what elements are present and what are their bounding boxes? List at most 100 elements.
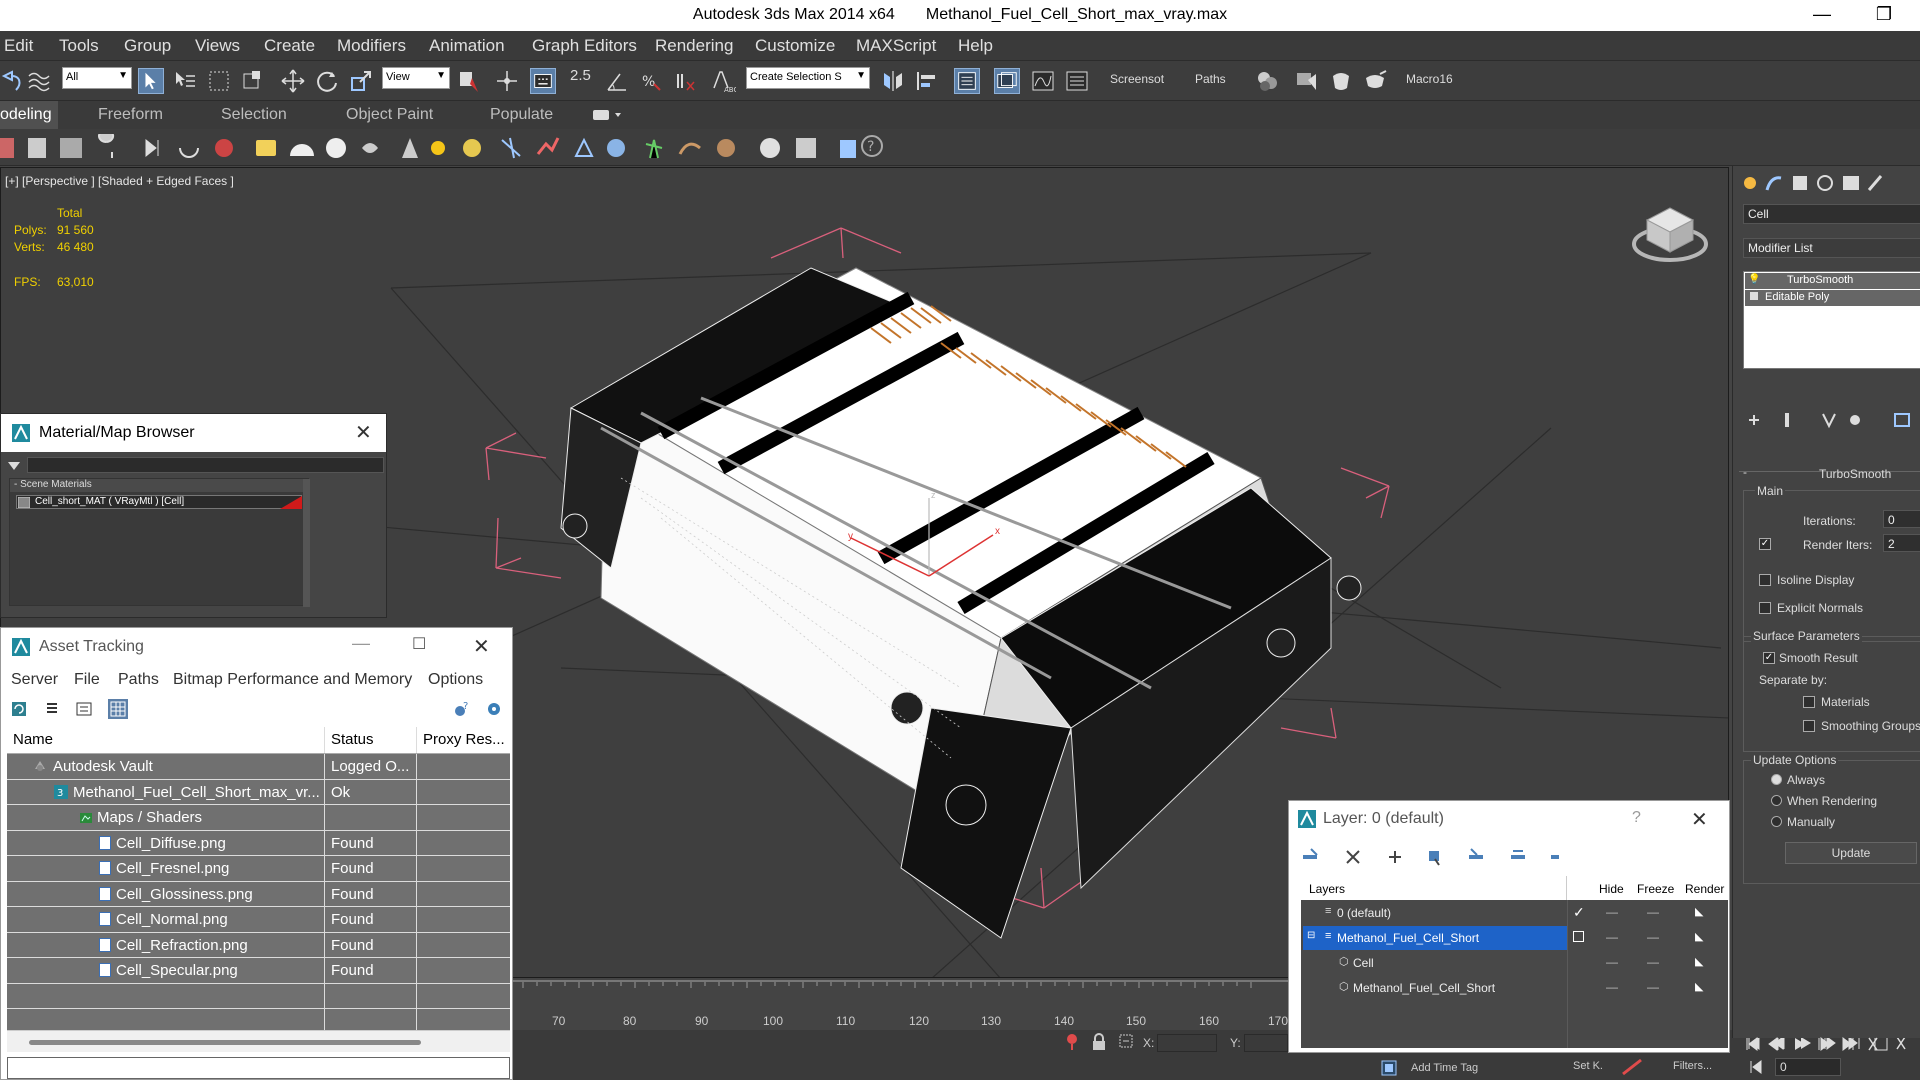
stack-expand-icon[interactable] xyxy=(1750,292,1758,300)
pivot-point-icon[interactable] xyxy=(456,68,482,94)
material-search-input[interactable] xyxy=(27,457,384,473)
browser-options-icon[interactable] xyxy=(7,460,21,472)
table-row[interactable]: Cell_Specular.png Found xyxy=(7,958,510,984)
minimize-button[interactable]: — xyxy=(1802,2,1842,28)
add-time-tag-button[interactable]: Add Time Tag xyxy=(1411,1062,1478,1074)
spinner-snap-icon[interactable] xyxy=(672,68,698,94)
render-column[interactable]: Render xyxy=(1685,882,1724,896)
material-item[interactable]: Cell_short_MAT ( VRayMtl ) [Cell] xyxy=(16,495,302,509)
asset-menu-paths[interactable]: Paths xyxy=(118,671,159,689)
table-row[interactable]: Cell_Glossiness.png Found xyxy=(7,881,510,907)
asset-status-field[interactable] xyxy=(7,1057,510,1079)
render-iters-input[interactable]: 2 xyxy=(1883,534,1920,552)
scene-materials-header[interactable]: - Scene Materials xyxy=(10,479,308,492)
keyboard-shortcut-icon[interactable] xyxy=(530,68,556,94)
viewcube-icon[interactable] xyxy=(1631,200,1709,266)
reference-coordinate-select[interactable]: View ▼ xyxy=(382,67,450,89)
freeze-toggle[interactable]: — xyxy=(1647,980,1659,994)
manually-radio[interactable] xyxy=(1771,816,1782,827)
smoothing-groups-checkbox[interactable] xyxy=(1803,720,1815,732)
turbosmooth-rollout-title[interactable]: TurboSmooth xyxy=(1819,467,1891,481)
render-production-icon[interactable] xyxy=(1362,68,1388,94)
render-teapot-icon[interactable]: ◣ xyxy=(1695,955,1703,968)
help-icon[interactable]: ? xyxy=(860,134,884,158)
scene-materials-list[interactable]: - Scene Materials Cell_short_MAT ( VRayM… xyxy=(9,478,310,607)
modifier-editable-poly[interactable]: Editable Poly xyxy=(1745,290,1920,306)
list-view-icon[interactable] xyxy=(44,701,60,717)
filters-button[interactable]: Filters... xyxy=(1673,1060,1712,1072)
menu-edit[interactable]: Edit xyxy=(4,36,33,56)
selection-lock-icon[interactable] xyxy=(1118,1033,1134,1051)
menu-animation[interactable]: Animation xyxy=(429,36,505,56)
smooth-result-checkbox[interactable]: ✓ xyxy=(1763,652,1775,664)
isoline-display-checkbox[interactable] xyxy=(1759,574,1771,586)
paths-macro-button[interactable]: Paths xyxy=(1195,72,1226,86)
hide-toggle[interactable]: — xyxy=(1606,905,1618,919)
curve-editor-icon[interactable] xyxy=(1030,68,1056,94)
column-name[interactable]: Name xyxy=(7,727,325,753)
table-row[interactable]: Cell_Diffuse.png Found xyxy=(7,830,510,856)
named-selection-sets-input[interactable]: Create Selection S ▼ xyxy=(746,67,870,89)
tab-object-paint[interactable]: Object Paint xyxy=(346,106,433,124)
layer-row-methanol-object[interactable]: ⬡ Methanol_Fuel_Cell_Short — — ◣ xyxy=(1301,976,1728,1000)
ribbon-options-icon[interactable] xyxy=(592,107,626,123)
hide-toggle[interactable]: — xyxy=(1606,980,1618,994)
percent-snap-icon[interactable]: % xyxy=(638,68,664,94)
menu-graph-editors[interactable]: Graph Editors xyxy=(532,36,637,56)
maximize-button[interactable]: ❐ xyxy=(1864,2,1904,28)
update-button[interactable]: Update xyxy=(1785,842,1917,864)
mirror-icon[interactable] xyxy=(880,68,906,94)
move-icon[interactable] xyxy=(280,68,306,94)
hide-column[interactable]: Hide xyxy=(1599,882,1624,896)
materials-scrollbar[interactable] xyxy=(303,479,310,607)
tab-selection[interactable]: Selection xyxy=(221,106,287,124)
screenshot-macro-button[interactable]: Screensot xyxy=(1110,72,1164,86)
menu-help[interactable]: Help xyxy=(958,36,993,56)
freeze-toggle[interactable]: — xyxy=(1647,955,1659,969)
asset-menu-options[interactable]: Options xyxy=(428,671,483,689)
explicit-normals-checkbox[interactable] xyxy=(1759,602,1771,614)
column-status[interactable]: Status xyxy=(325,727,417,753)
settings-icon[interactable] xyxy=(485,700,503,718)
y-coord-field[interactable] xyxy=(1244,1034,1288,1052)
toggle-scene-explorer-icon[interactable] xyxy=(954,68,980,94)
layer-row-methanol[interactable]: ⊟ ≡ Methanol_Fuel_Cell_Short — — ◣ xyxy=(1301,926,1728,950)
render-iters-checkbox[interactable]: ✓ xyxy=(1759,538,1771,550)
select-manipulate-icon[interactable] xyxy=(494,68,520,94)
material-browser-close-button[interactable]: ✕ xyxy=(355,420,372,445)
undo-icon[interactable] xyxy=(0,68,26,94)
render-teapot-icon[interactable]: ◣ xyxy=(1695,980,1703,993)
window-crossing-icon[interactable] xyxy=(240,68,266,94)
layer-row-default[interactable]: ≡ 0 (default) ✓ — — ◣ xyxy=(1301,901,1728,925)
asset-menu-bitmap[interactable]: Bitmap Performance and Memory xyxy=(173,671,412,689)
select-by-name-icon[interactable] xyxy=(172,68,198,94)
refresh-icon[interactable] xyxy=(11,701,27,717)
iterations-input[interactable]: 0 xyxy=(1883,510,1920,528)
rectangle-selection-icon[interactable] xyxy=(206,68,232,94)
layer-row-cell[interactable]: ⬡ Cell — — ◣ xyxy=(1301,951,1728,975)
render-setup-icon[interactable] xyxy=(1294,68,1320,94)
menu-tools[interactable]: Tools xyxy=(59,36,99,56)
menu-rendering[interactable]: Rendering xyxy=(655,36,733,56)
tab-populate[interactable]: Populate xyxy=(490,106,553,124)
macro16-button[interactable]: Macro16 xyxy=(1406,72,1453,86)
table-row[interactable]: 3 Methanol_Fuel_Cell_Short_max_vr... Ok xyxy=(7,779,510,805)
table-row[interactable]: Cell_Fresnel.png Found xyxy=(7,856,510,882)
when-rendering-radio[interactable] xyxy=(1771,795,1782,806)
table-row[interactable]: Maps / Shaders xyxy=(7,805,510,831)
materials-checkbox[interactable] xyxy=(1803,696,1815,708)
edit-named-selection-icon[interactable]: ABC xyxy=(710,68,736,94)
x-coord-field[interactable] xyxy=(1157,1034,1217,1052)
freeze-toggle[interactable]: — xyxy=(1647,905,1659,919)
bind-spacewarp-icon[interactable] xyxy=(26,68,52,94)
asset-maximize-button[interactable]: ☐ xyxy=(412,634,426,654)
asset-minimize-button[interactable]: — xyxy=(352,633,370,654)
time-tag-icon[interactable] xyxy=(1381,1060,1397,1076)
menu-create[interactable]: Create xyxy=(264,36,315,56)
modifier-list-dropdown[interactable]: Modifier List xyxy=(1743,238,1920,258)
layer-close-button[interactable]: ✕ xyxy=(1691,807,1708,832)
render-teapot-icon[interactable]: ◣ xyxy=(1695,930,1703,943)
key-filter-icon[interactable] xyxy=(1621,1058,1643,1076)
asset-menu-server[interactable]: Server xyxy=(11,671,58,689)
menu-modifiers[interactable]: Modifiers xyxy=(337,36,406,56)
